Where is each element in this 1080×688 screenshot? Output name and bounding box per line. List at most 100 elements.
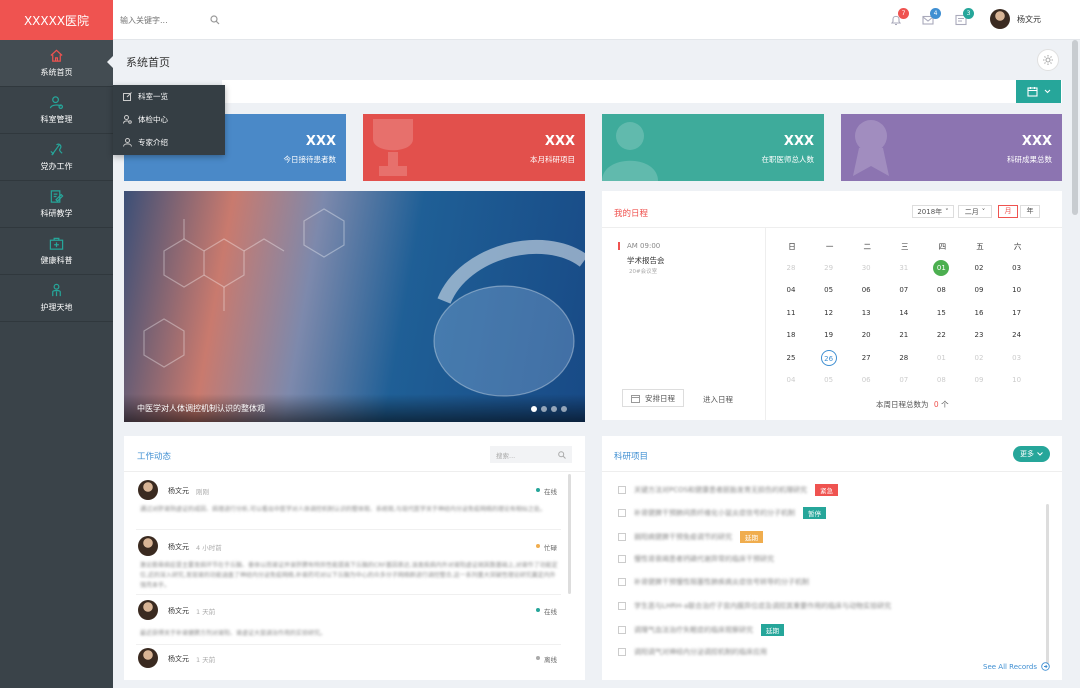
calendar-day[interactable]: 20: [858, 327, 874, 343]
calendar-day[interactable]: 24: [1009, 327, 1025, 343]
project-checkbox[interactable]: [618, 509, 626, 518]
calendar-day[interactable]: 13: [858, 305, 874, 321]
feed-user-name[interactable]: 杨文元: [168, 654, 189, 664]
year-select[interactable]: 2018年 ˅: [912, 205, 954, 218]
feed-user-name[interactable]: 杨文元: [168, 486, 189, 496]
notification-button[interactable]: 7: [890, 8, 909, 26]
calendar-day[interactable]: 06: [858, 372, 874, 388]
submenu-item-experts[interactable]: 专家介绍: [113, 131, 225, 154]
calendar-day[interactable]: 29: [821, 260, 837, 276]
month-select[interactable]: 二月 ˅: [958, 205, 992, 218]
sidebar-item-department[interactable]: 科室管理: [0, 87, 113, 134]
calendar-day[interactable]: 02: [971, 350, 987, 366]
calendar-day[interactable]: 06: [858, 282, 874, 298]
search-icon[interactable]: [210, 15, 220, 25]
sidebar-item-nursing[interactable]: 护理天地: [0, 275, 113, 322]
calendar-day[interactable]: 17: [1009, 305, 1025, 321]
project-checkbox[interactable]: [618, 578, 626, 587]
project-checkbox[interactable]: [618, 486, 626, 494]
calendar-day[interactable]: 10: [1009, 372, 1025, 388]
calendar-day[interactable]: 04: [783, 372, 799, 388]
carousel-dot[interactable]: [551, 406, 557, 412]
brand-logo[interactable]: XXXXX医院: [0, 0, 113, 40]
calendar-day[interactable]: 03: [1009, 260, 1025, 276]
calendar-day[interactable]: 07: [896, 372, 912, 388]
stat-card-projects[interactable]: XXX 本月科研项目: [363, 114, 585, 181]
calendar-day[interactable]: 23: [971, 327, 987, 343]
calendar-day[interactable]: 21: [896, 327, 912, 343]
project-row[interactable]: 调理气血法治疗失眠症的临床观察研究 延期: [618, 623, 784, 636]
project-checkbox[interactable]: [618, 532, 626, 541]
calendar-day[interactable]: 03: [1009, 350, 1025, 366]
carousel-dot[interactable]: [561, 406, 567, 412]
enter-schedule-link[interactable]: 进入日程: [703, 394, 733, 405]
calendar-day[interactable]: 19: [821, 327, 837, 343]
submenu-item-departments[interactable]: 科室一览: [113, 85, 225, 108]
calendar-day[interactable]: 10: [1009, 282, 1025, 298]
carousel-dot[interactable]: [541, 406, 547, 412]
project-checkbox[interactable]: [618, 601, 626, 610]
calendar-day[interactable]: 12: [821, 305, 837, 321]
page-scrollbar[interactable]: [1072, 40, 1078, 215]
calendar-day[interactable]: 01: [933, 350, 949, 366]
search-input[interactable]: [120, 11, 220, 29]
submenu-item-checkup[interactable]: 体检中心: [113, 108, 225, 131]
project-checkbox[interactable]: [618, 625, 626, 634]
calendar-day[interactable]: 04: [783, 282, 799, 298]
calendar-day[interactable]: 11: [783, 305, 799, 321]
calendar-day[interactable]: 15: [933, 305, 949, 321]
arrange-schedule-button[interactable]: 安排日程: [622, 389, 684, 407]
calendar-day[interactable]: 01: [933, 260, 950, 276]
calendar-day[interactable]: 08: [933, 282, 949, 298]
feed-user-name[interactable]: 杨文元: [168, 606, 189, 616]
sidebar-item-home[interactable]: 系统首页: [0, 40, 113, 87]
feed-user-name[interactable]: 杨文元: [168, 542, 189, 552]
calendar-day[interactable]: 31: [896, 260, 912, 276]
sidebar-item-health[interactable]: 健康科普: [0, 228, 113, 275]
project-row[interactable]: 关键方法对PCOS和健康患者胚胎发育无损伤的机理研究 紧急: [618, 484, 839, 496]
calendar-day[interactable]: 09: [971, 372, 987, 388]
project-row[interactable]: 调阳调气对神经内分泌调控机制的临床应用: [618, 647, 767, 657]
calendar-day[interactable]: 05: [821, 372, 837, 388]
project-row[interactable]: 补肾健脾干预肺间质纤维化小鼠炎症信号的分子机制 暂停: [618, 507, 826, 520]
calendar-day[interactable]: 25: [783, 350, 799, 366]
project-checkbox[interactable]: [618, 648, 626, 657]
calendar-day[interactable]: 16: [971, 305, 987, 321]
sidebar-item-party[interactable]: 党办工作: [0, 134, 113, 181]
projects-scrollbar[interactable]: [1046, 504, 1049, 664]
view-month-button[interactable]: 月: [998, 205, 1018, 218]
calendar-day[interactable]: 14: [896, 305, 912, 321]
event-title[interactable]: 学术报告会: [627, 255, 665, 266]
more-button[interactable]: 更多: [1013, 446, 1050, 462]
calendar-day[interactable]: 09: [971, 282, 987, 298]
project-checkbox[interactable]: [618, 554, 626, 563]
stat-card-achievements[interactable]: XXX 科研成果总数: [841, 114, 1062, 181]
feed-search-box[interactable]: 搜索...: [490, 446, 572, 463]
calendar-day[interactable]: 27: [858, 350, 874, 366]
calendar-day[interactable]: 22: [933, 327, 949, 343]
project-row[interactable]: 补肾健脾干预慢性阻塞性肺疾病炎症信号转导的分子机制: [618, 577, 809, 587]
settings-button[interactable]: [1037, 49, 1059, 71]
project-row[interactable]: 学生恶与LHRH-a联合治疗子宫内膜异位症及调控其重要作用的临床与动物实验研究: [618, 601, 891, 611]
calendar-day[interactable]: 02: [971, 260, 987, 276]
view-year-button[interactable]: 年: [1020, 205, 1040, 218]
mail-button[interactable]: 4: [922, 8, 941, 26]
feed-scrollbar[interactable]: [568, 474, 571, 594]
project-row[interactable]: 慢性肾衰竭患者钙磷代谢异常的临床干预研究: [618, 554, 774, 564]
calendar-day[interactable]: 05: [821, 282, 837, 298]
user-menu[interactable]: 杨文元: [990, 9, 1041, 29]
calendar-day[interactable]: 08: [933, 372, 949, 388]
calendar-day[interactable]: 18: [783, 327, 799, 343]
calendar-day[interactable]: 28: [783, 260, 799, 276]
carousel[interactable]: 中医学对人体调控机制认识的整体观: [124, 191, 585, 422]
calendar-day[interactable]: 28: [896, 350, 912, 366]
calendar-dropdown-button[interactable]: [1016, 80, 1061, 103]
see-all-link[interactable]: See All Records: [983, 662, 1050, 671]
carousel-dot-active[interactable]: [531, 406, 537, 412]
calendar-day[interactable]: 26: [820, 349, 837, 366]
calendar-day[interactable]: 07: [896, 282, 912, 298]
stat-card-doctors[interactable]: XXX 在职医师总人数: [602, 114, 824, 181]
message-button[interactable]: 3: [955, 8, 974, 26]
sidebar-item-research[interactable]: 科研教学: [0, 181, 113, 228]
project-row[interactable]: 弱阳病健脾干预免疫调节的研究 延期: [618, 530, 763, 543]
